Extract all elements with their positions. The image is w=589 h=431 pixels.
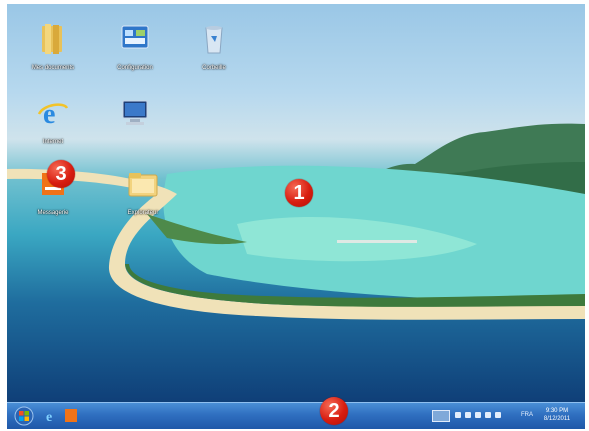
explorer-folder-icon (126, 167, 160, 201)
tray-network-icon[interactable] (475, 412, 481, 418)
callout-1: 1 (285, 179, 313, 207)
taskbar: e 2 FRA 9:30 PM 8/12/2011 (7, 397, 585, 429)
callout-3: 3 (47, 160, 75, 188)
taskbar-app-internet-explorer[interactable]: e (45, 408, 59, 425)
internet-explorer-icon: e (36, 96, 70, 130)
icon-label: Messagerie (37, 210, 69, 216)
clock-date: 8/12/2011 (543, 416, 571, 422)
windows-logo-icon (14, 406, 34, 426)
svg-text:e: e (46, 410, 52, 423)
computer-icon (118, 96, 152, 130)
icon-label: Internet (42, 139, 64, 145)
folder-icon (36, 22, 70, 56)
clock-time: 9:30 PM (545, 408, 569, 414)
taskbar-app-orange[interactable] (64, 408, 78, 423)
keyboard-icon[interactable] (432, 410, 450, 422)
tray-clock[interactable]: 9:30 PM 8/12/2011 (537, 407, 577, 423)
control-panel-icon (118, 22, 152, 56)
svg-text:e: e (43, 99, 55, 130)
tray-volume-icon[interactable] (495, 412, 501, 418)
icon-label: Corbeille (202, 65, 226, 71)
tray-language[interactable]: FRA (521, 412, 533, 418)
recycle-bin-icon (197, 22, 231, 56)
tray-power-icon[interactable] (485, 412, 491, 418)
orange-app-icon (65, 409, 77, 422)
icon-label: Configuration (117, 65, 153, 71)
desktop-icon-corbeille[interactable]: Corbeille (179, 22, 249, 74)
desktop-icon-configuration[interactable]: Configuration (100, 22, 170, 74)
internet-explorer-icon: e (46, 410, 52, 425)
desktop-icon-explorateur[interactable]: Explorateur (108, 167, 178, 219)
desktop-icon-mes-documents[interactable]: Mes documents (18, 22, 88, 74)
desktop-icon-computer[interactable] (100, 96, 170, 148)
desktop[interactable]: Mes documents Configuration Corbeille e (7, 4, 585, 402)
tray-flag-icon[interactable] (465, 412, 471, 418)
icon-label: Explorateur (127, 210, 159, 216)
tray-arrow-icon[interactable] (455, 412, 461, 418)
desktop-icon-internet[interactable]: e Internet (18, 96, 88, 148)
start-button[interactable] (13, 406, 35, 426)
icon-label: Mes documents (31, 65, 75, 71)
callout-2: 2 (320, 397, 348, 425)
